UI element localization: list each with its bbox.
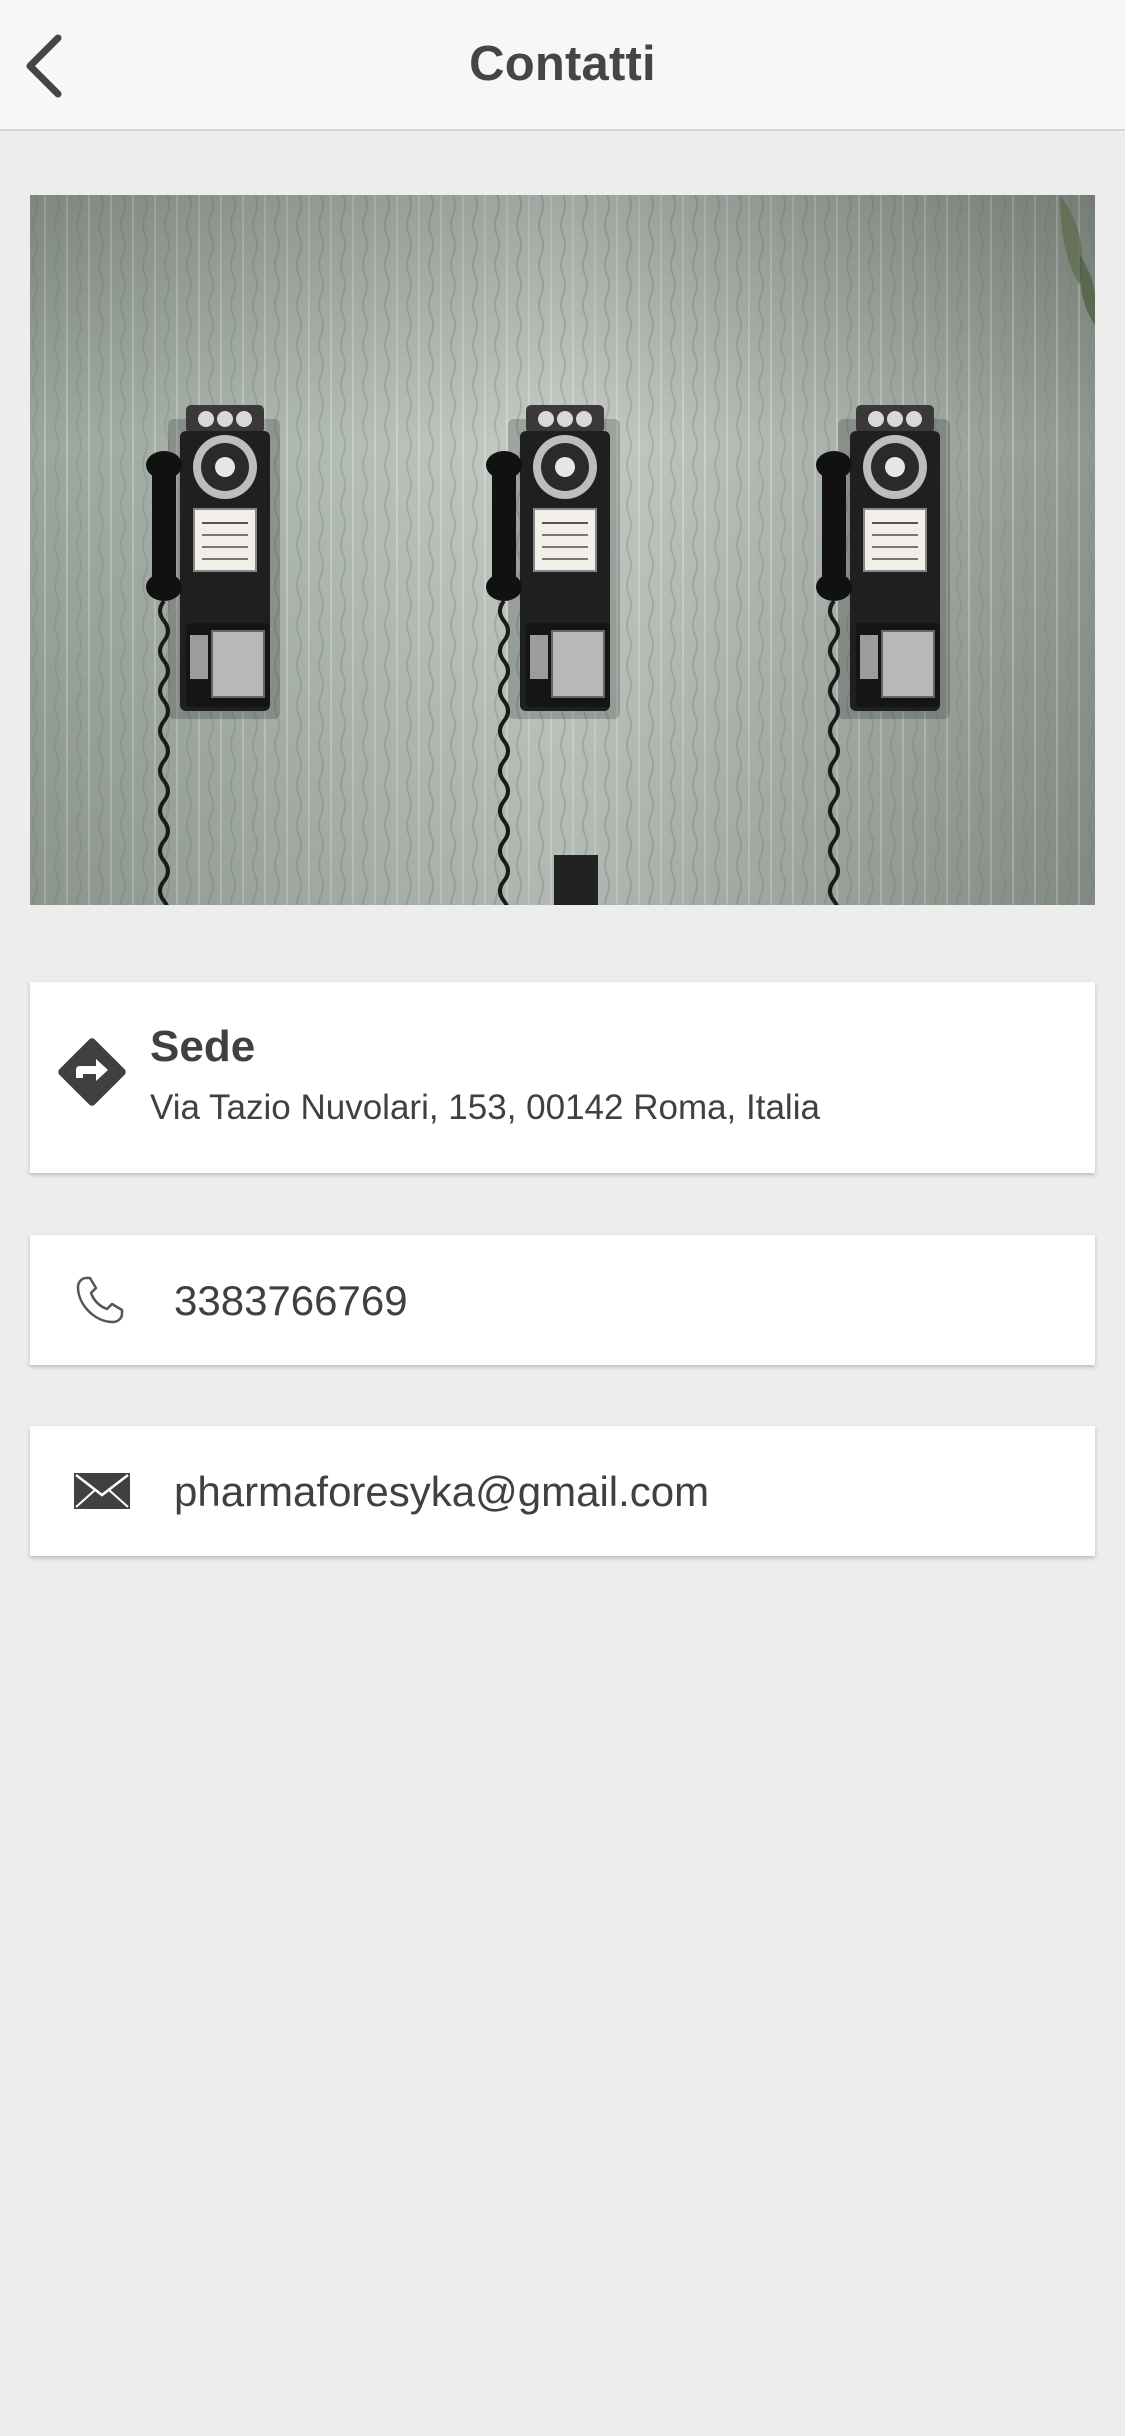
navigation-bar: Contatti	[0, 0, 1125, 131]
phone-card[interactable]: 3383766769	[30, 1235, 1095, 1365]
hero-image	[30, 195, 1095, 905]
page-title: Contatti	[469, 37, 656, 91]
address-title: Sede	[150, 1022, 256, 1071]
email-address: pharmaforesyka@gmail.com	[174, 1468, 710, 1515]
phone-icon	[76, 1276, 124, 1324]
directions-icon	[58, 1038, 126, 1106]
address-card[interactable]: Sede Via Tazio Nuvolari, 153, 00142 Roma…	[30, 982, 1095, 1173]
phone-number: 3383766769	[174, 1277, 408, 1324]
email-card[interactable]: pharmaforesyka@gmail.com	[30, 1426, 1095, 1556]
address-text: Via Tazio Nuvolari, 153, 00142 Roma, Ita…	[150, 1088, 820, 1127]
envelope-icon	[74, 1473, 130, 1509]
